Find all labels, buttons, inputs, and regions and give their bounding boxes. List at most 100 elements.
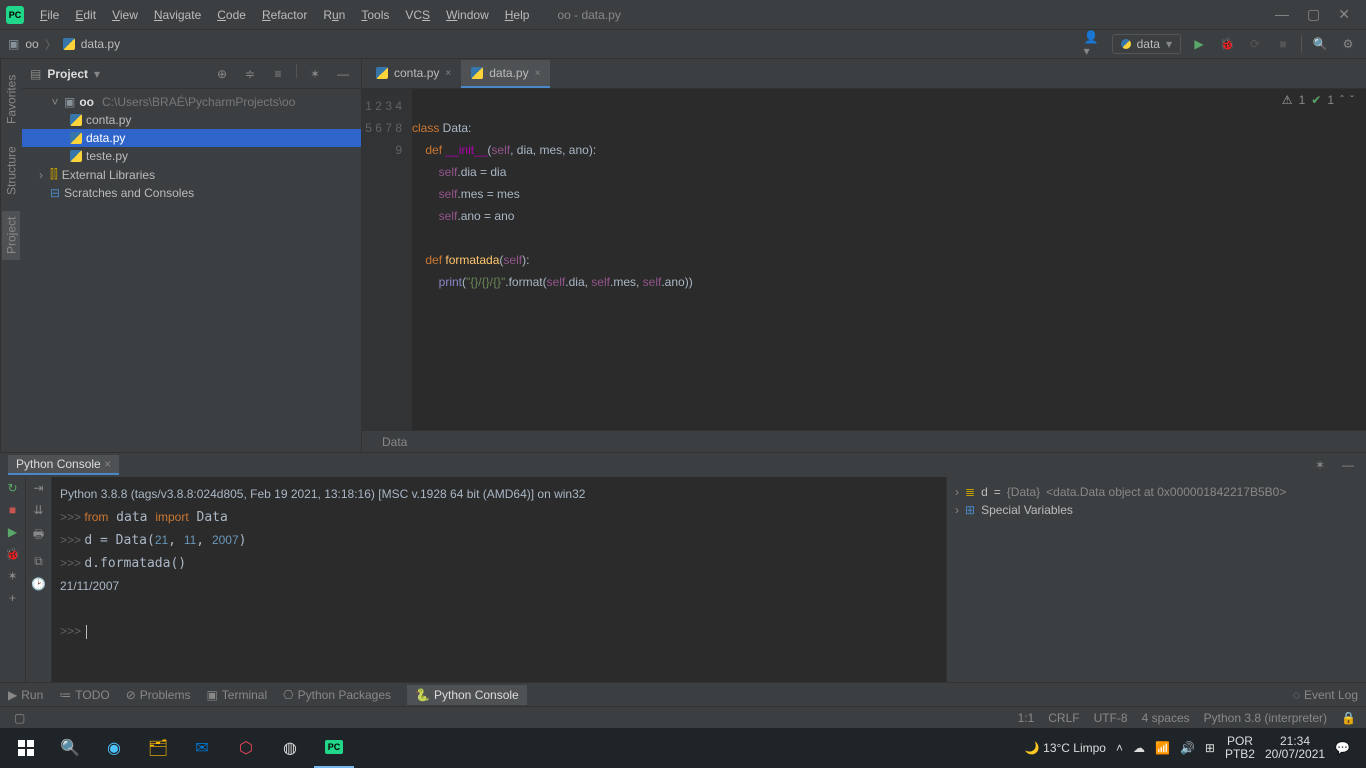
collapse-icon[interactable]: ≡ bbox=[268, 64, 288, 84]
menu-vcs[interactable]: VCS bbox=[397, 4, 438, 26]
console-settings-icon[interactable]: ✶ bbox=[1310, 455, 1330, 475]
menu-window[interactable]: Window bbox=[438, 4, 497, 26]
indent-info[interactable]: 4 spaces bbox=[1142, 711, 1190, 725]
console-hide-icon[interactable]: — bbox=[1338, 455, 1358, 475]
close-button[interactable]: ✕ bbox=[1338, 6, 1350, 23]
tab-conta[interactable]: conta.py× bbox=[366, 60, 461, 88]
wifi-icon[interactable]: 📶 bbox=[1155, 741, 1170, 755]
var-d[interactable]: ›≣ d = {Data} <data.Data object at 0x000… bbox=[955, 483, 1358, 501]
run-config-selector[interactable]: data ▾ bbox=[1112, 34, 1181, 54]
debug-button[interactable]: 🐞 bbox=[1217, 34, 1237, 54]
btab-eventlog[interactable]: ◌ Event Log bbox=[1293, 688, 1358, 702]
search-taskbar-icon[interactable]: 🔍 bbox=[50, 728, 90, 768]
scratches[interactable]: ⊟Scratches and Consoles bbox=[22, 184, 361, 202]
run-button[interactable]: ▶ bbox=[1189, 34, 1209, 54]
code-content[interactable]: class Data: def __init__(self, dia, mes,… bbox=[412, 89, 1366, 430]
btab-terminal[interactable]: ▣ Terminal bbox=[206, 688, 267, 702]
debug-console-icon[interactable]: 🐞 bbox=[5, 547, 20, 561]
btab-run[interactable]: ▶ Run bbox=[8, 688, 43, 702]
close-icon[interactable]: × bbox=[535, 68, 541, 79]
menu-view[interactable]: View bbox=[104, 4, 146, 26]
locate-icon[interactable]: ⊕ bbox=[212, 64, 232, 84]
settings-button[interactable]: ⚙ bbox=[1338, 34, 1358, 54]
volume-icon[interactable]: 🔊 bbox=[1180, 741, 1195, 755]
menu-run[interactable]: Run bbox=[315, 4, 353, 26]
inspection-widget[interactable]: ⚠1 ✔1 ˆ ˇ bbox=[1282, 93, 1354, 107]
project-tree[interactable]: ˅▣ oo C:\Users\BRAÉ\PycharmProjects\oo c… bbox=[22, 89, 361, 206]
editor-breadcrumb[interactable]: Data bbox=[362, 430, 1366, 452]
project-tool-tab[interactable]: Project bbox=[3, 211, 21, 260]
btab-todo[interactable]: ≔ TODO bbox=[59, 688, 109, 702]
console-output[interactable]: Python 3.8.8 (tags/v3.8.8:024d805, Feb 1… bbox=[52, 477, 946, 682]
outlook-icon[interactable]: ✉ bbox=[182, 728, 222, 768]
btab-console[interactable]: 🐍 Python Console bbox=[407, 685, 527, 705]
stop-button[interactable]: ■ bbox=[1273, 34, 1293, 54]
weather-widget[interactable]: 🌙 13°C Limpo bbox=[1025, 741, 1106, 755]
tab-data[interactable]: data.py× bbox=[461, 60, 550, 88]
menu-navigate[interactable]: Navigate bbox=[146, 4, 209, 26]
chevron-up-icon[interactable]: ˆ bbox=[1340, 93, 1344, 107]
dropbox-icon[interactable]: ⊞ bbox=[1205, 741, 1215, 755]
explorer-icon[interactable]: 🗂 bbox=[138, 728, 178, 768]
structure-tool-tab[interactable]: Structure bbox=[3, 140, 21, 201]
language-indicator[interactable]: PORPTB2 bbox=[1225, 735, 1255, 761]
onedrive-icon[interactable]: ☁ bbox=[1133, 741, 1145, 755]
menu-code[interactable]: Code bbox=[209, 4, 254, 26]
panel-settings-icon[interactable]: ✶ bbox=[305, 64, 325, 84]
menu-help[interactable]: Help bbox=[497, 4, 538, 26]
chevron-down-icon[interactable]: ˇ bbox=[1350, 93, 1354, 107]
console-more-icon[interactable]: ✶ bbox=[7, 569, 17, 583]
tree-file-data[interactable]: data.py bbox=[22, 129, 361, 147]
tray-chevron-icon[interactable]: ˄ bbox=[1116, 741, 1123, 755]
tree-file-conta[interactable]: conta.py bbox=[22, 111, 361, 129]
notifications-icon[interactable]: 💬 bbox=[1335, 741, 1350, 755]
console-tab-label[interactable]: Python Console × bbox=[8, 455, 119, 475]
pycharm-taskbar-icon[interactable]: PC bbox=[314, 728, 354, 768]
code-editor[interactable]: 1 2 3 4 5 6 7 8 9 class Data: def __init… bbox=[362, 89, 1366, 430]
print-icon[interactable]: 🖶 bbox=[33, 525, 44, 546]
line-gutter[interactable]: 1 2 3 4 5 6 7 8 9 bbox=[362, 89, 412, 430]
caret-position[interactable]: 1:1 bbox=[1018, 711, 1035, 725]
soft-wrap-icon[interactable]: ⇥ bbox=[33, 481, 43, 495]
favorites-tool-tab[interactable]: Favorites bbox=[3, 69, 21, 130]
btab-packages[interactable]: ⎔ Python Packages bbox=[283, 688, 391, 702]
link-icon[interactable]: ⧉ bbox=[34, 554, 43, 569]
console-run-icon[interactable]: ▶ bbox=[8, 525, 17, 539]
clock[interactable]: 21:3420/07/2021 bbox=[1265, 735, 1325, 761]
external-libraries[interactable]: ›⫿⫿External Libraries bbox=[22, 165, 361, 184]
file-encoding[interactable]: UTF-8 bbox=[1094, 711, 1128, 725]
chrome-icon[interactable]: ◍ bbox=[270, 728, 310, 768]
menu-refactor[interactable]: Refactor bbox=[254, 4, 315, 26]
menu-tools[interactable]: Tools bbox=[353, 4, 397, 26]
breadcrumb-root[interactable]: oo bbox=[25, 37, 38, 51]
console-add-icon[interactable]: + bbox=[9, 591, 16, 605]
breadcrumb-file[interactable]: data.py bbox=[81, 37, 120, 51]
project-root[interactable]: ˅▣ oo C:\Users\BRAÉ\PycharmProjects\oo bbox=[22, 93, 361, 111]
console-stop-icon[interactable]: ■ bbox=[9, 503, 16, 517]
tree-file-teste[interactable]: teste.py bbox=[22, 147, 361, 165]
search-button[interactable]: 🔍 bbox=[1310, 34, 1330, 54]
status-presentation-icon[interactable]: ▢ bbox=[14, 711, 25, 725]
scroll-icon[interactable]: ⇊ bbox=[33, 503, 43, 517]
edge-icon[interactable]: ◉ bbox=[94, 728, 134, 768]
start-button[interactable] bbox=[6, 728, 46, 768]
menu-edit[interactable]: Edit bbox=[67, 4, 104, 26]
user-icon[interactable]: 👤▾ bbox=[1084, 34, 1104, 54]
variables-panel[interactable]: ›≣ d = {Data} <data.Data object at 0x000… bbox=[946, 477, 1366, 682]
coverage-button[interactable]: ⟳ bbox=[1245, 34, 1265, 54]
btab-problems[interactable]: ⊘ Problems bbox=[126, 688, 191, 702]
menu-file[interactable]: File bbox=[32, 4, 67, 26]
interpreter-info[interactable]: Python 3.8 (interpreter) bbox=[1204, 711, 1327, 725]
lock-icon[interactable]: 🔒 bbox=[1341, 711, 1356, 725]
close-icon[interactable]: × bbox=[445, 68, 451, 79]
app-icon-1[interactable]: ⬡ bbox=[226, 728, 266, 768]
rerun-icon[interactable]: ↻ bbox=[7, 481, 17, 495]
minimize-button[interactable]: — bbox=[1275, 6, 1289, 23]
history-icon[interactable]: 🕑 bbox=[31, 577, 46, 591]
line-separator[interactable]: CRLF bbox=[1048, 711, 1079, 725]
panel-hide-icon[interactable]: — bbox=[333, 64, 353, 84]
expand-icon[interactable]: ≑ bbox=[240, 64, 260, 84]
breadcrumb[interactable]: ▣ oo 〉 data.py bbox=[8, 36, 120, 53]
special-variables[interactable]: ›⊞ Special Variables bbox=[955, 501, 1358, 519]
maximize-button[interactable]: ▢ bbox=[1307, 6, 1320, 23]
